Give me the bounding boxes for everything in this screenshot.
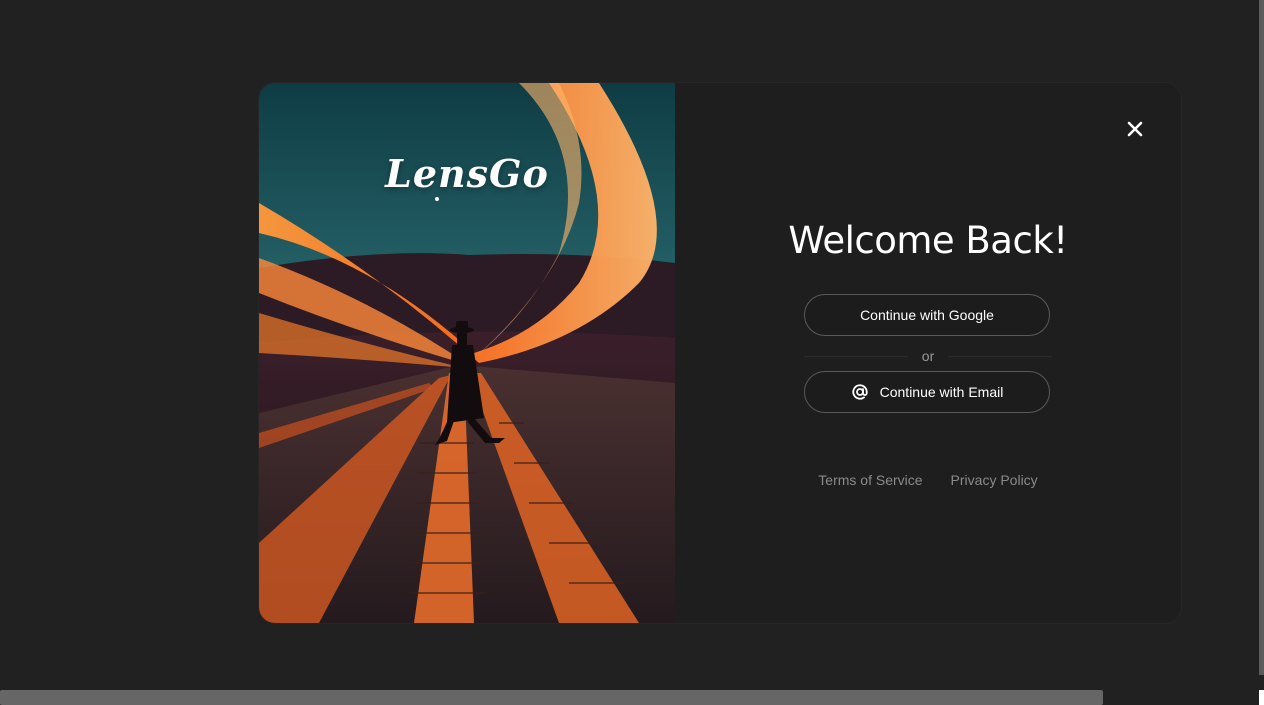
horizontal-scrollbar[interactable]: [0, 690, 1103, 705]
continue-with-email-button[interactable]: Continue with Email: [804, 371, 1050, 413]
divider-label: or: [921, 348, 935, 364]
page-title: Welcome Back!: [788, 219, 1068, 262]
divider-line: [948, 355, 1053, 357]
close-button[interactable]: [1124, 118, 1146, 140]
privacy-policy-link[interactable]: Privacy Policy: [951, 472, 1038, 488]
continue-with-google-button[interactable]: Continue with Google: [804, 294, 1050, 336]
footer-links: Terms of Service Privacy Policy: [804, 472, 1052, 488]
email-button-label: Continue with Email: [879, 384, 1004, 400]
vertical-scrollbar[interactable]: [1259, 0, 1264, 675]
divider-line: [804, 355, 908, 357]
at-sign-icon: [851, 383, 869, 401]
hero-image: LensGo: [259, 83, 675, 623]
google-button-label: Continue with Google: [860, 307, 994, 323]
close-icon: [1127, 121, 1143, 137]
terms-of-service-link[interactable]: Terms of Service: [818, 472, 922, 488]
or-divider: or: [804, 346, 1053, 366]
scrollbar-corner: [1259, 690, 1264, 705]
login-modal: LensGo Welcome Back! Continue with Googl…: [259, 83, 1181, 623]
brand-logo: LensGo: [385, 151, 549, 196]
